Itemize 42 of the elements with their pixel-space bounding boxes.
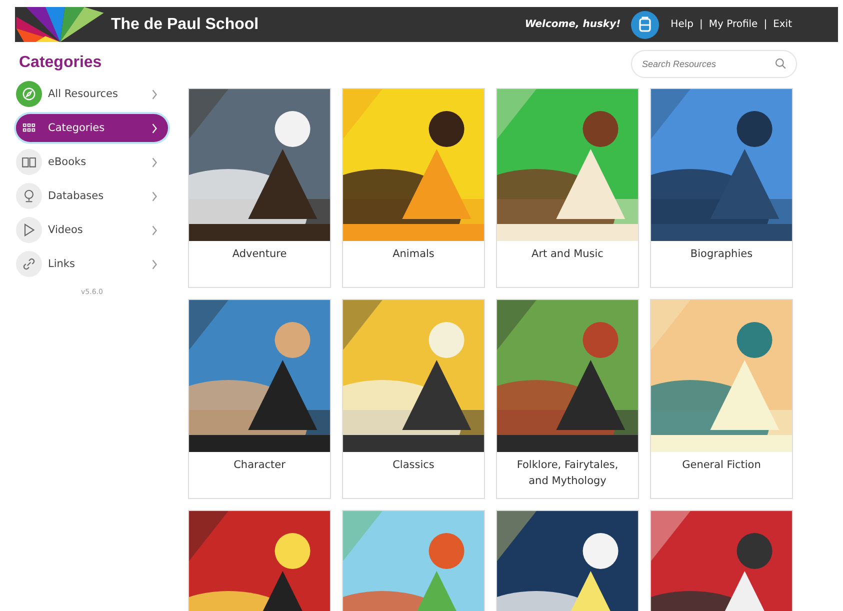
category-title: Art and Music bbox=[530, 247, 604, 262]
logo-icon bbox=[15, 7, 105, 42]
search-field[interactable]: Search Resources bbox=[631, 50, 797, 78]
sidebar-item[interactable]: Categories bbox=[16, 114, 168, 142]
chevron-icon bbox=[151, 258, 158, 270]
link-icon bbox=[21, 256, 37, 272]
chevron-icon bbox=[151, 224, 158, 236]
category-title: Classics bbox=[392, 458, 436, 473]
category-card[interactable]: General Fiction bbox=[650, 299, 793, 499]
backpack-icon[interactable] bbox=[630, 10, 659, 38]
category-title: Character bbox=[232, 458, 286, 473]
compass-icon bbox=[21, 86, 37, 102]
chevron-icon bbox=[151, 190, 158, 202]
category-card[interactable]: Adventure bbox=[188, 88, 331, 288]
header-link[interactable]: Help bbox=[670, 19, 694, 30]
category-card[interactable]: Biographies bbox=[650, 88, 793, 288]
separator-text: | bbox=[699, 19, 703, 30]
sidebar-item[interactable]: Databases bbox=[16, 182, 168, 210]
category-title: Folklore, Fairytales, and Mythology bbox=[516, 458, 620, 489]
category-card[interactable]: Character bbox=[188, 299, 331, 499]
category-card[interactable]: Folklore, Fairytales, and Mythology bbox=[496, 299, 639, 499]
chevron-icon bbox=[151, 88, 158, 100]
sidebar-item[interactable]: Videos bbox=[16, 216, 168, 244]
welcome-text: Welcome, husky! bbox=[524, 19, 621, 30]
category-title: Biographies bbox=[689, 247, 754, 262]
search-icon[interactable] bbox=[774, 57, 787, 70]
sidebar-item[interactable]: Links bbox=[16, 250, 168, 278]
page-heading: Categories bbox=[19, 54, 103, 72]
sidebar-item[interactable]: eBooks bbox=[16, 148, 168, 176]
category-title: Adventure bbox=[231, 247, 288, 262]
chevron-icon bbox=[151, 156, 158, 168]
school-name: The de Paul School bbox=[111, 16, 259, 34]
sidebar-item[interactable]: All Resources bbox=[16, 80, 168, 108]
header-link[interactable]: Exit bbox=[773, 19, 792, 30]
category-card[interactable]: Art and Music bbox=[496, 88, 639, 288]
header-link[interactable]: My Profile bbox=[708, 19, 758, 30]
category-title: General Fiction bbox=[681, 458, 762, 473]
separator-text: | bbox=[764, 19, 768, 30]
chevron-icon bbox=[151, 122, 158, 134]
category-card[interactable]: Classics bbox=[342, 299, 485, 499]
category-card[interactable]: Animals bbox=[342, 88, 485, 288]
category-title: Animals bbox=[392, 247, 436, 262]
